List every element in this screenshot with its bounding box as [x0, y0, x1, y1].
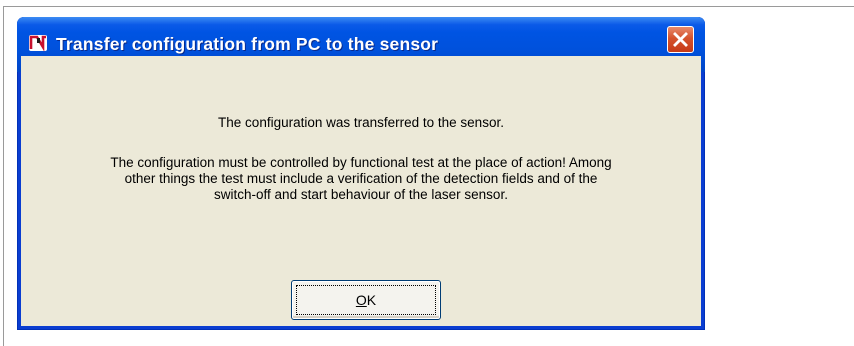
app-logo-icon	[28, 33, 50, 53]
message-paragraph: The configuration must be controlled by …	[21, 155, 701, 203]
message-dialog: Transfer configuration from PC to the se…	[17, 17, 705, 330]
dialog-body: The configuration was transferred to the…	[21, 56, 701, 326]
close-icon	[673, 32, 688, 47]
close-button[interactable]	[667, 26, 694, 53]
ok-mnemonic: O	[355, 292, 367, 308]
message-line-primary: The configuration was transferred to the…	[21, 115, 701, 131]
message-paragraph-line: other things the test must include a ver…	[124, 171, 598, 186]
message-text: The configuration was transferred to the…	[218, 115, 504, 130]
message-paragraph-line: switch-off and start behaviour of the la…	[214, 187, 508, 202]
dialog-title: Transfer configuration from PC to the se…	[56, 34, 439, 54]
ok-button-label: OK	[292, 281, 440, 319]
ok-button[interactable]: OK	[291, 280, 441, 320]
ok-label-rest: K	[366, 292, 377, 308]
message-paragraph-line: The configuration must be controlled by …	[110, 155, 612, 170]
